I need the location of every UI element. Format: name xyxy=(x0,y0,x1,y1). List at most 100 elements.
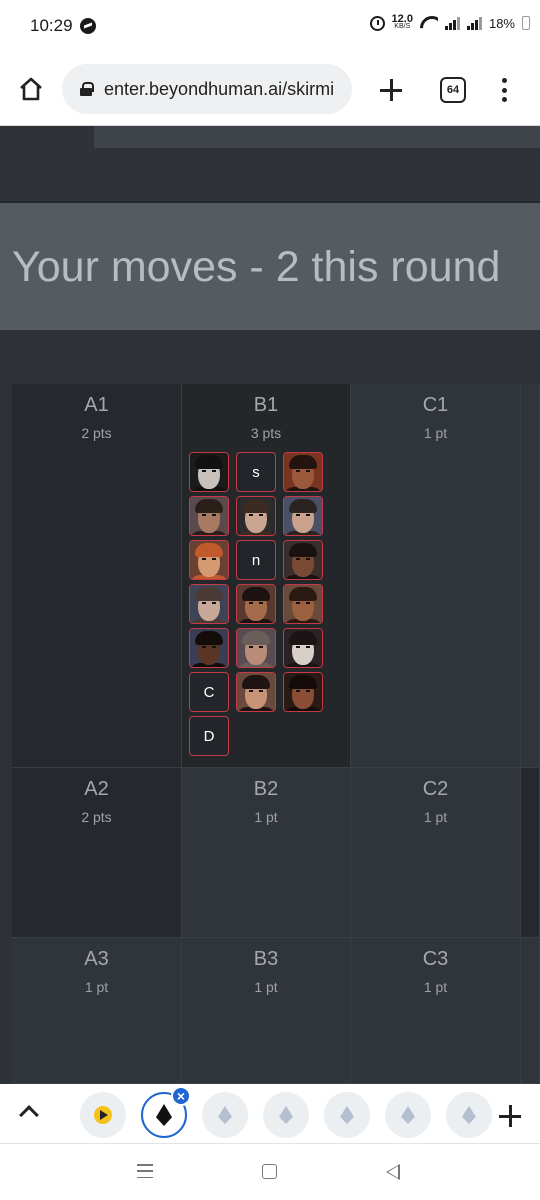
cell-points: 1 pt xyxy=(423,425,448,441)
cell-points: 1 pt xyxy=(423,979,448,995)
signal-icon xyxy=(444,16,460,30)
new-tab-icon[interactable] xyxy=(378,77,404,103)
avatar-portrait xyxy=(237,585,275,623)
tab-bubble-5[interactable] xyxy=(324,1092,370,1138)
beyondhuman-logo-icon xyxy=(279,1106,293,1124)
cell-points: 3 pts xyxy=(250,425,282,441)
piece-letter[interactable]: D xyxy=(189,716,229,756)
avatar-portrait xyxy=(284,629,322,667)
messenger-icon xyxy=(80,18,96,34)
tab-group-bar: × xyxy=(0,1084,540,1144)
piece-avatar[interactable] xyxy=(283,672,323,712)
home-nav-icon[interactable] xyxy=(262,1164,277,1179)
wifi-icon xyxy=(420,16,438,30)
piece-avatar[interactable] xyxy=(189,628,229,668)
chevron-up-icon[interactable] xyxy=(19,1105,39,1125)
cell-name: B1 xyxy=(253,394,279,416)
piece-avatar[interactable] xyxy=(189,496,229,536)
board-cell-c1[interactable]: C1 1 pt xyxy=(351,384,521,768)
cell-name: C2 xyxy=(422,778,449,800)
recents-icon[interactable] xyxy=(137,1164,153,1178)
cell-points: 2 pts xyxy=(81,809,112,825)
status-time: 10:29 xyxy=(30,16,73,35)
avatar-portrait xyxy=(284,673,322,711)
board-cell-b2[interactable]: B2 1 pt xyxy=(182,768,351,938)
piece-letter[interactable]: s xyxy=(236,452,276,492)
board-cell-a3[interactable]: A3 1 pt xyxy=(12,938,182,1084)
tab-bubble-3[interactable] xyxy=(202,1092,248,1138)
avatar-portrait xyxy=(190,497,228,535)
more-menu-icon[interactable] xyxy=(500,78,508,102)
board-cell-b3[interactable]: B3 1 pt xyxy=(182,938,351,1084)
piece-avatar[interactable] xyxy=(283,628,323,668)
status-icons: 12.0 KB/S 18% xyxy=(369,14,530,31)
board-cell-a2[interactable]: A2 2 pts xyxy=(12,768,182,938)
avatar-portrait xyxy=(284,497,322,535)
tab-switcher-button[interactable]: 64 xyxy=(440,77,466,103)
cell-points: 1 pt xyxy=(423,809,448,825)
avatar-portrait xyxy=(237,629,275,667)
piece-avatar[interactable] xyxy=(189,584,229,624)
beyondhuman-logo-icon xyxy=(401,1106,415,1124)
piece-avatar[interactable] xyxy=(189,452,229,492)
beyondhuman-logo-icon xyxy=(218,1106,232,1124)
cell-name: B3 xyxy=(253,948,279,970)
tab-bubble-7[interactable] xyxy=(446,1092,492,1138)
piece-avatar[interactable] xyxy=(236,496,276,536)
cell-points: 2 pts xyxy=(81,425,112,441)
home-icon[interactable] xyxy=(18,76,44,102)
board-cell-a1[interactable]: A1 2 pts xyxy=(12,384,182,768)
page-header-area xyxy=(0,126,540,202)
tab-bubble-4[interactable] xyxy=(263,1092,309,1138)
battery-level: 18% xyxy=(488,15,515,31)
cell-name: A2 xyxy=(84,778,109,800)
net-speed: 12.0 KB/S xyxy=(392,14,413,31)
alarm-icon xyxy=(369,15,385,31)
piece-avatar[interactable] xyxy=(236,584,276,624)
avatar-portrait xyxy=(284,585,322,623)
cell-name: C3 xyxy=(422,948,449,970)
piece-avatar[interactable] xyxy=(189,540,229,580)
tab-bubble-6[interactable] xyxy=(385,1092,431,1138)
piece-avatar[interactable] xyxy=(236,672,276,712)
piece-avatar[interactable] xyxy=(283,584,323,624)
board-cell-c2[interactable]: C2 1 pt xyxy=(351,768,521,938)
cell-points: 1 pt xyxy=(254,979,278,995)
beyondhuman-logo-icon xyxy=(462,1106,476,1124)
piece-avatar[interactable] xyxy=(283,452,323,492)
cell-points: 1 pt xyxy=(84,979,109,995)
system-nav-bar xyxy=(0,1144,540,1200)
net-speed-unit: KB/S xyxy=(394,23,411,30)
url-text: enter.beyondhuman.ai/skirmi xyxy=(104,78,335,99)
status-bar: 10:29 12.0 KB/S 18% xyxy=(0,0,540,52)
piece-avatar[interactable] xyxy=(283,540,323,580)
close-tab-icon[interactable]: × xyxy=(171,1086,191,1106)
avatar-portrait xyxy=(190,453,228,491)
board-cell-b1[interactable]: B1 3 pts s n CD xyxy=(182,384,351,768)
piece-letter[interactable]: C xyxy=(189,672,229,712)
signal-icon-2 xyxy=(466,16,482,30)
avatar-portrait xyxy=(237,497,275,535)
cell-points: 1 pt xyxy=(254,809,278,825)
avatar-portrait xyxy=(284,453,322,491)
piece-letter[interactable]: n xyxy=(236,540,276,580)
board-cell-c3[interactable]: C3 1 pt xyxy=(351,938,521,1084)
board-cell-edge-r3 xyxy=(521,938,540,1084)
avatar-portrait xyxy=(190,585,228,623)
cell-name: A3 xyxy=(84,948,109,970)
tab-bubble-play[interactable] xyxy=(80,1092,126,1138)
avatar-portrait xyxy=(237,673,275,711)
board-cell-edge-r2 xyxy=(521,768,540,938)
moves-title: Your moves - 2 this round xyxy=(12,243,501,291)
avatar-portrait xyxy=(190,541,228,579)
moves-banner: Your moves - 2 this round xyxy=(0,203,540,330)
piece-avatar[interactable] xyxy=(236,628,276,668)
tab-bubble-active[interactable]: × xyxy=(141,1086,191,1138)
add-tab-icon[interactable] xyxy=(498,1104,522,1128)
address-bar[interactable]: enter.beyondhuman.ai/skirmi xyxy=(62,64,352,114)
beyondhuman-logo-icon xyxy=(156,1104,172,1126)
back-icon[interactable] xyxy=(386,1164,400,1180)
browser-toolbar: enter.beyondhuman.ai/skirmi 64 xyxy=(0,52,540,126)
piece-avatar[interactable] xyxy=(283,496,323,536)
cell-name: A1 xyxy=(84,394,109,416)
